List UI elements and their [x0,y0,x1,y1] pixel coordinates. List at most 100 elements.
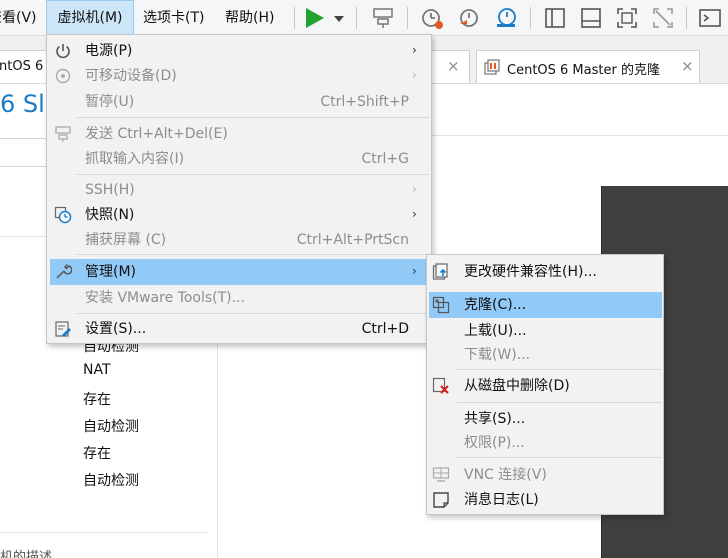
vm-tab-icon [484,59,500,75]
menu-item-label: 可移动设备(D) [85,68,177,84]
play-dropdown-icon[interactable] [334,16,344,22]
menu-item-capture-screen[interactable]: 捕获屏幕 (C) Ctrl+Alt+PrtScn [47,227,431,253]
device-value: 存在 [83,392,111,408]
menu-separator [457,369,661,370]
menu-item-label: 上载(U)... [464,323,527,339]
menu-item-clone[interactable]: 克隆(C)... [429,292,662,318]
menu-tabs[interactable]: 选项卡(T) [143,0,204,36]
menu-help[interactable]: 帮助(H) [225,0,274,36]
manage-submenu: 更改硬件兼容性(H)... 克隆(C)... 上载(U)... 下载(W)...… [426,254,664,515]
removable-devices-icon [55,68,71,84]
close-icon[interactable]: × [447,57,460,75]
divider [0,166,46,167]
menu-separator [77,174,429,175]
toolbar-separator [530,7,531,29]
vm-menu: 电源(P) › 可移动设备(D) › 暂停(U) Ctrl+Shift+P 发送… [46,34,432,344]
fullscreen-icon[interactable] [615,6,639,30]
menubar: 查看(V) 虚拟机(M) 选项卡(T) 帮助(H) [0,0,728,36]
play-icon[interactable] [306,8,324,28]
divider [0,138,46,139]
unity-icon[interactable] [651,6,675,30]
menu-item-change-hardware-compat[interactable]: 更改硬件兼容性(H)... [427,259,663,285]
chevron-right-icon: › [412,182,417,196]
menu-item-label: 克隆(C)... [464,297,527,313]
menu-view[interactable]: 查看(V) [0,0,37,36]
menu-separator [77,313,429,314]
chevron-right-icon: › [412,68,417,82]
divider [0,236,46,237]
chevron-right-icon: › [412,264,417,278]
menu-item-download[interactable]: 下载(W)... [427,342,663,368]
toolbar-separator [294,7,295,29]
wrench-icon [56,263,72,279]
menu-item-delete-from-disk[interactable]: 从磁盘中删除(D) [427,373,663,399]
thumbnail-bar-icon[interactable] [579,6,603,30]
menu-item-upload[interactable]: 上载(U)... [427,318,663,344]
send-keys-icon [55,126,71,142]
menu-item-label: SSH(H) [85,182,135,198]
menu-vm[interactable]: 虚拟机(M) [46,0,134,36]
menu-separator [457,402,661,403]
menu-item-message-log[interactable]: 消息日志(L) [427,487,663,513]
chevron-right-icon: › [412,207,417,221]
hardware-compat-icon [432,263,448,280]
menu-item-label: 权限(P)... [464,435,525,451]
menu-item-label: 快照(N) [85,207,135,223]
menu-item-grab-input[interactable]: 抓取输入内容(I) Ctrl+G [47,146,431,172]
menu-shortcut: Ctrl+Shift+P [320,94,409,110]
snapshot-manager-icon[interactable] [494,6,518,30]
message-log-icon [433,492,449,508]
menu-item-label: 设置(S)... [85,321,147,337]
menu-item-pause[interactable]: 暂停(U) Ctrl+Shift+P [47,89,431,115]
menu-item-label: 管理(M) [85,264,137,280]
menu-item-label: 暂停(U) [85,94,135,110]
menu-item-label: 发送 Ctrl+Alt+Del(E) [85,126,228,142]
toolbar-separator [686,7,687,29]
vm-description-label: 机的描述 [0,550,53,558]
delete-from-disk-icon [432,377,449,394]
send-ctrl-alt-del-icon[interactable] [371,6,395,30]
menu-item-install-vmware-tools[interactable]: 安装 VMware Tools(T)... [47,285,431,311]
close-icon[interactable]: × [681,57,694,75]
menu-item-label: 下载(W)... [464,347,531,363]
snapshot-icon [54,206,72,224]
menu-item-label: 抓取输入内容(I) [85,151,185,167]
divider [0,532,207,533]
toolbar-separator [356,7,357,29]
vnc-icon [432,467,450,482]
snapshot-revert-icon[interactable] [457,6,481,30]
menu-item-vnc-connection[interactable]: VNC 连接(V) [427,462,663,488]
menu-item-label: 捕获屏幕 (C) [85,232,167,248]
tab-centos-clone[interactable]: CentOS 6 Master 的克隆 × [476,50,700,83]
menu-item-removable-devices[interactable]: 可移动设备(D) › [47,63,431,89]
menu-item-send-ctrl-alt-del[interactable]: 发送 Ctrl+Alt+Del(E) [47,121,431,147]
tab-label: CentOS 6 Master 的克隆 [507,63,660,78]
menu-item-label: 电源(P) [85,43,133,59]
menu-item-manage[interactable]: 管理(M) › [50,259,428,285]
settings-icon [55,321,71,337]
device-value: 存在 [83,446,111,462]
snapshot-take-icon[interactable] [420,6,444,30]
menu-item-label: VNC 连接(V) [464,467,547,483]
menu-item-label: 消息日志(L) [464,492,539,508]
menu-item-settings[interactable]: 设置(S)... Ctrl+D [47,316,431,342]
device-value: 自动检测 [83,473,139,489]
menu-item-label: 从磁盘中删除(D) [464,378,570,394]
menu-item-permissions[interactable]: 权限(P)... [427,430,663,456]
menu-item-power[interactable]: 电源(P) › [47,38,431,64]
menu-item-snapshot[interactable]: 快照(N) › [47,202,431,228]
menu-item-ssh[interactable]: SSH(H) › [47,177,431,203]
menu-item-label: 共享(S)... [464,411,526,427]
show-library-icon[interactable] [543,6,567,30]
menu-item-label: 更改硬件兼容性(H)... [464,264,597,280]
menu-separator [77,254,429,255]
device-value: 自动检测 [83,419,139,435]
menu-shortcut: Ctrl+D [361,321,409,337]
console-view-icon[interactable] [698,6,722,30]
menu-shortcut: Ctrl+Alt+PrtScn [296,232,409,248]
power-icon [56,44,70,59]
menu-item-share[interactable]: 共享(S)... [427,406,663,432]
menu-item-label: 安装 VMware Tools(T)... [85,290,245,306]
clone-icon [432,296,450,314]
chevron-right-icon: › [412,43,417,57]
